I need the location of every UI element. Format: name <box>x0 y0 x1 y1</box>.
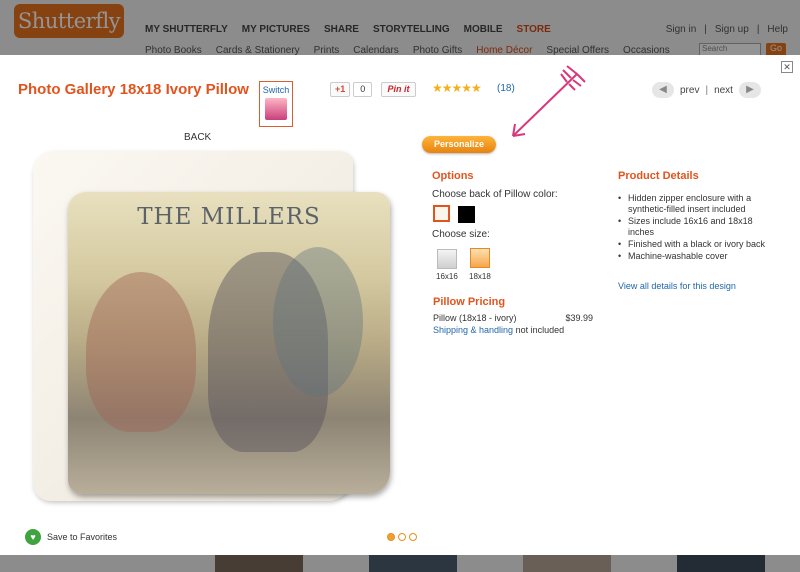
size-16x16-label: 16x16 <box>436 272 458 281</box>
product-quickview-modal: ✕ Photo Gallery 18x18 Ivory Pillow Switc… <box>0 55 800 555</box>
switch-label: Switch <box>262 85 290 95</box>
color-swatch-black[interactable] <box>458 206 475 223</box>
switch-thumbnail <box>265 98 287 120</box>
prev-next-nav: ◀ prev | next ▶ <box>652 82 761 98</box>
pillow-text: THE MILLERS <box>137 204 321 230</box>
list-item: Machine-washable cover <box>618 251 778 262</box>
price-value: $39.99 <box>565 313 593 323</box>
size-18x18-label: 18x18 <box>469 272 491 281</box>
product-details-list: Hidden zipper enclosure with a synthetic… <box>618 193 778 263</box>
back-color-label: Choose back of Pillow color: <box>432 189 558 200</box>
carousel-dot-2[interactable] <box>398 533 406 541</box>
photo-figure <box>86 272 196 432</box>
list-item: Hidden zipper enclosure with a synthetic… <box>618 193 778 215</box>
save-to-favorites-button[interactable]: ♥ Save to Favorites <box>25 529 117 545</box>
pink-arrow-icon <box>512 65 586 137</box>
next-arrow-icon[interactable]: ▶ <box>738 82 761 98</box>
options-heading: Options <box>432 170 474 182</box>
google-plus-widget: +1 0 <box>330 82 373 97</box>
pillow-front-image: THE MILLERS <box>68 192 390 494</box>
list-item: Sizes include 16x16 and 18x18 inches <box>618 216 778 238</box>
view-all-details-link[interactable]: View all details for this design <box>618 281 736 291</box>
nav-separator: | <box>705 84 709 96</box>
prev-arrow-icon[interactable]: ◀ <box>652 82 674 98</box>
size-option-16x16[interactable] <box>437 249 457 269</box>
photo-figure <box>273 247 363 397</box>
back-view-label: BACK <box>184 132 212 143</box>
list-item: Finished with a black or ivory back <box>618 239 778 250</box>
shipping-note: not included <box>513 325 565 335</box>
pricing-heading: Pillow Pricing <box>433 296 506 308</box>
star-rating: ★★★★★ <box>432 81 482 95</box>
price-row: Pillow (18x18 - ivory) $39.99 <box>433 313 593 323</box>
shipping-link[interactable]: Shipping & handling <box>433 325 513 335</box>
carousel-dot-3[interactable] <box>409 533 417 541</box>
size-label: Choose size: <box>432 229 490 240</box>
shipping-info: Shipping & handling not included <box>433 325 564 335</box>
close-button[interactable]: ✕ <box>781 61 793 73</box>
size-option-18x18[interactable] <box>470 248 490 268</box>
carousel-dots <box>387 533 417 541</box>
carousel-dot-1[interactable] <box>387 533 395 541</box>
prev-link[interactable]: prev <box>680 85 699 96</box>
next-link[interactable]: next <box>714 85 733 96</box>
google-plus-button[interactable]: +1 <box>330 82 351 97</box>
google-plus-count: 0 <box>353 82 373 97</box>
product-details-heading: Product Details <box>618 170 699 182</box>
product-title: Photo Gallery 18x18 Ivory Pillow <box>18 81 249 98</box>
save-to-favorites-label: Save to Favorites <box>47 532 118 542</box>
pin-it-button[interactable]: Pin it <box>381 82 416 97</box>
color-swatch-ivory[interactable] <box>433 205 450 222</box>
switch-view-button[interactable]: Switch <box>259 81 293 127</box>
heart-icon: ♥ <box>25 529 41 545</box>
price-item: Pillow (18x18 - ivory) <box>433 313 517 323</box>
personalize-button[interactable]: Personalize <box>422 136 496 153</box>
